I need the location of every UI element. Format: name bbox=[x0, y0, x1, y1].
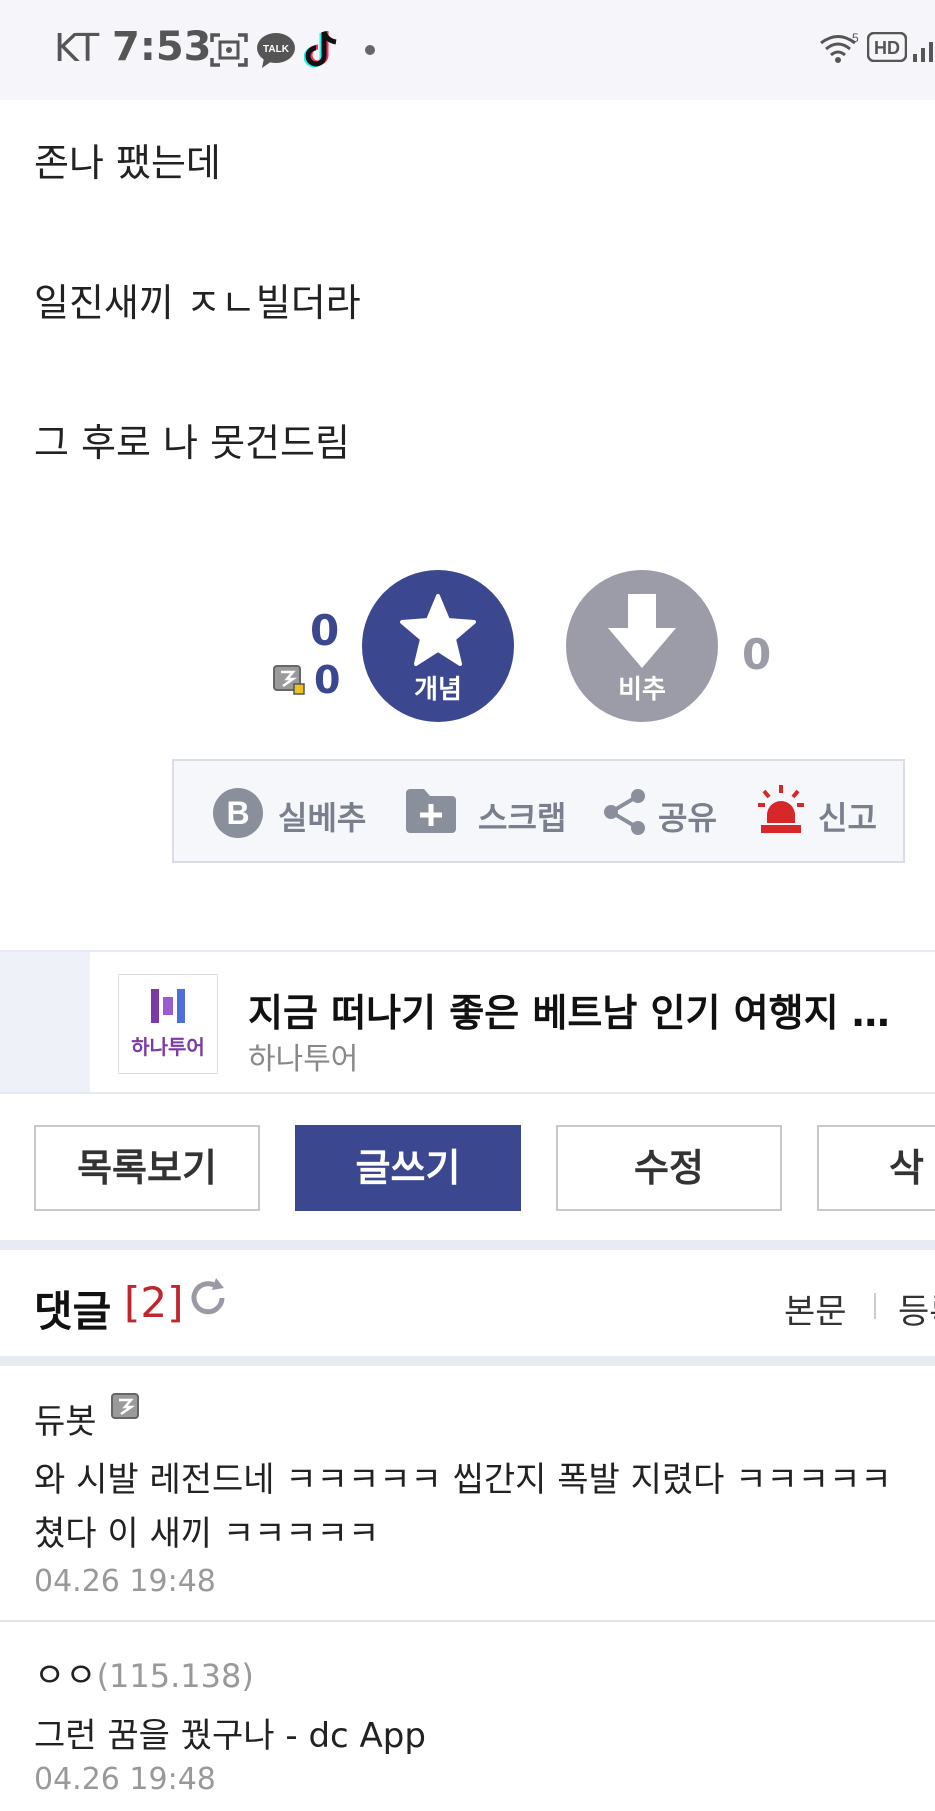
folder-add-icon bbox=[406, 789, 456, 833]
share-button[interactable]: 공유 bbox=[602, 783, 722, 839]
upvote-label: 개념 bbox=[414, 675, 462, 705]
status-bar: KT 7:53 TALK 5 HD bbox=[0, 0, 935, 100]
post-body-line: 그 후로 나 못건드림 bbox=[34, 421, 350, 465]
comment-ip: (115.138) bbox=[96, 1657, 254, 1695]
screenshot-icon bbox=[210, 33, 248, 67]
siren-icon bbox=[758, 785, 804, 833]
hanatour-logo-text: 하나투어 bbox=[131, 1035, 205, 1059]
comment-nickname[interactable]: ㅇㅇ(115.138) bbox=[34, 1648, 254, 1697]
delete-label: 삭제 bbox=[889, 1146, 924, 1190]
scrap-label: 스크랩 bbox=[478, 799, 567, 837]
dot-icon bbox=[365, 45, 375, 55]
downvote-label: 비추 bbox=[618, 675, 666, 705]
comment-nickname[interactable]: 듀봇 bbox=[34, 1394, 97, 1443]
star-icon bbox=[400, 594, 476, 666]
comment-separator bbox=[0, 1620, 935, 1622]
edit-button[interactable]: 수정 bbox=[556, 1125, 782, 1211]
comments-count: [2] bbox=[124, 1278, 184, 1327]
wifi-icon: 5 bbox=[820, 31, 859, 63]
kakaotalk-icon: TALK bbox=[257, 33, 295, 68]
write-button[interactable]: 글쓰기 bbox=[295, 1125, 521, 1211]
signal-icon bbox=[913, 42, 933, 62]
sort-body-link[interactable]: 본문 bbox=[784, 1284, 847, 1333]
comment-date: 04.26 19:48 bbox=[34, 1564, 216, 1599]
sort-registered-label: 등록순 bbox=[898, 1292, 935, 1332]
ad-sponsor: 하나투어 bbox=[248, 1042, 359, 1077]
best-recommend-button[interactable]: B 실베추 bbox=[212, 783, 366, 839]
comments-divider bbox=[0, 1356, 935, 1366]
section-divider bbox=[0, 1240, 935, 1250]
comment-nick-text: ㅇㅇ bbox=[34, 1656, 97, 1696]
best-b-icon: B bbox=[213, 788, 263, 838]
fixed-upvote-count: 0 bbox=[314, 658, 341, 702]
report-label: 신고 bbox=[818, 799, 877, 837]
hd-icon: HD bbox=[867, 32, 907, 62]
carrier-label: KT bbox=[54, 26, 100, 70]
scrap-button[interactable]: 스크랩 bbox=[404, 783, 574, 839]
comment-text: 와 시발 레전드네 ㅋㅋㅋㅋㅋ 씹간지 폭발 지렸다 ㅋㅋㅋㅋㅋ bbox=[34, 1460, 892, 1500]
list-button[interactable]: 목록보기 bbox=[34, 1125, 260, 1211]
talk-badge-text: TALK bbox=[263, 44, 290, 55]
tiktok-icon bbox=[304, 31, 337, 68]
fixed-nick-icon bbox=[273, 665, 305, 695]
delete-button[interactable]: 삭제 bbox=[817, 1125, 935, 1211]
report-button[interactable]: 신고 bbox=[756, 783, 886, 839]
post-body-line: 일진새끼 ㅈㄴ빌더라 bbox=[34, 281, 361, 325]
svg-text:5: 5 bbox=[852, 31, 859, 45]
refresh-icon[interactable] bbox=[186, 1276, 230, 1320]
hanatour-mark-icon bbox=[151, 989, 185, 1023]
comment-text: 그런 꿈을 꿨구나 - dc App bbox=[34, 1716, 426, 1756]
comment-text: 쳤다 이 새끼 ㅋㅋㅋㅋㅋ bbox=[34, 1514, 380, 1554]
hanatour-logo: 하나투어 bbox=[118, 974, 218, 1074]
best-recommend-label: 실베추 bbox=[278, 799, 367, 837]
downvote-count: 0 bbox=[742, 630, 772, 679]
share-label: 공유 bbox=[658, 799, 717, 837]
ad-title: 지금 떠나기 좋은 베트남 인기 여행지 … bbox=[248, 991, 890, 1035]
post-body-line: 존나 팼는데 bbox=[34, 141, 221, 185]
sort-registered-link[interactable]: 등록순 bbox=[898, 1284, 935, 1333]
share-icon bbox=[604, 789, 645, 835]
fixed-nick-icon bbox=[111, 1393, 139, 1419]
comment-date: 04.26 19:48 bbox=[34, 1762, 216, 1797]
ad-left-strip bbox=[0, 952, 90, 1092]
upvote-count: 0 bbox=[310, 606, 340, 655]
post-action-bar: B 실베추 스크랩 공유 신고 bbox=[172, 759, 905, 863]
upvote-button[interactable]: 개념 bbox=[362, 570, 514, 722]
clock: 7:53 bbox=[112, 24, 212, 70]
svg-text:B: B bbox=[226, 795, 249, 831]
hd-badge-text: HD bbox=[874, 38, 900, 58]
downvote-button[interactable]: 비추 bbox=[566, 570, 718, 722]
ad-banner[interactable]: 하나투어 지금 떠나기 좋은 베트남 인기 여행지 … 하나투어 bbox=[0, 950, 935, 1094]
arrow-down-icon bbox=[608, 594, 676, 668]
sort-separator bbox=[874, 1293, 876, 1319]
comments-title: 댓글 bbox=[34, 1287, 112, 1336]
